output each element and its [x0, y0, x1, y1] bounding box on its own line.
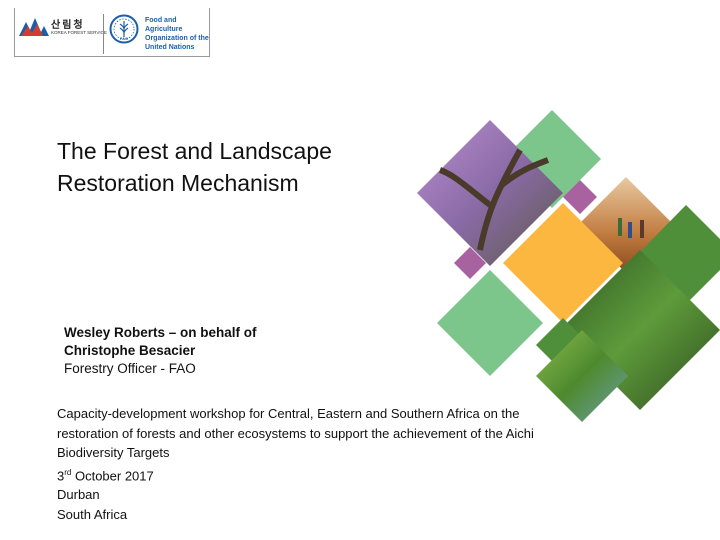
- person-figure-icon: [618, 218, 622, 236]
- event-date-rest: October 2017: [71, 467, 154, 483]
- event-description-line: restoration of forests and other ecosyst…: [57, 425, 534, 441]
- kfs-english-name: KOREA FOREST SERVICE: [51, 30, 107, 35]
- event-details: Capacity-development workshop for Centra…: [57, 404, 667, 524]
- kfs-logo: 산림청 KOREA FOREST SERVICE: [19, 16, 107, 44]
- event-description-line: Biodiversity Targets: [57, 445, 170, 460]
- fao-name-line: Organization of the: [145, 35, 209, 42]
- fao-name-line: United Nations: [145, 44, 195, 51]
- presenter-block: Wesley Roberts – on behalf of Christophe…: [64, 324, 257, 378]
- slide-title: The Forest and Landscape Restoration Mec…: [57, 135, 427, 199]
- logo-header: 산림청 KOREA FOREST SERVICE FAO Food and Ag…: [14, 8, 210, 57]
- logo-divider: [103, 14, 104, 54]
- slide-title-line: Restoration Mechanism: [57, 170, 299, 196]
- presenter-on-behalf: Christophe Besacier: [64, 343, 196, 358]
- event-country: South Africa: [57, 506, 128, 522]
- fao-name: Food and Agriculture Organization of the…: [145, 16, 215, 52]
- presenter-name: Wesley Roberts – on behalf of: [64, 325, 257, 340]
- kfs-mountain-icon: [19, 18, 49, 36]
- event-city: Durban: [57, 487, 100, 503]
- person-figure-icon: [640, 220, 644, 238]
- slide-title-line: The Forest and Landscape: [57, 138, 332, 164]
- presenter-role: Forestry Officer - FAO: [64, 361, 196, 376]
- svg-text:FAO: FAO: [120, 36, 128, 41]
- person-figure-icon: [628, 222, 632, 238]
- kfs-korean-name: 산림청: [51, 20, 85, 31]
- fao-emblem-icon: FAO: [109, 14, 139, 44]
- fao-name-line: Food and Agriculture: [145, 17, 183, 33]
- event-date: 3rd October 2017: [57, 463, 667, 486]
